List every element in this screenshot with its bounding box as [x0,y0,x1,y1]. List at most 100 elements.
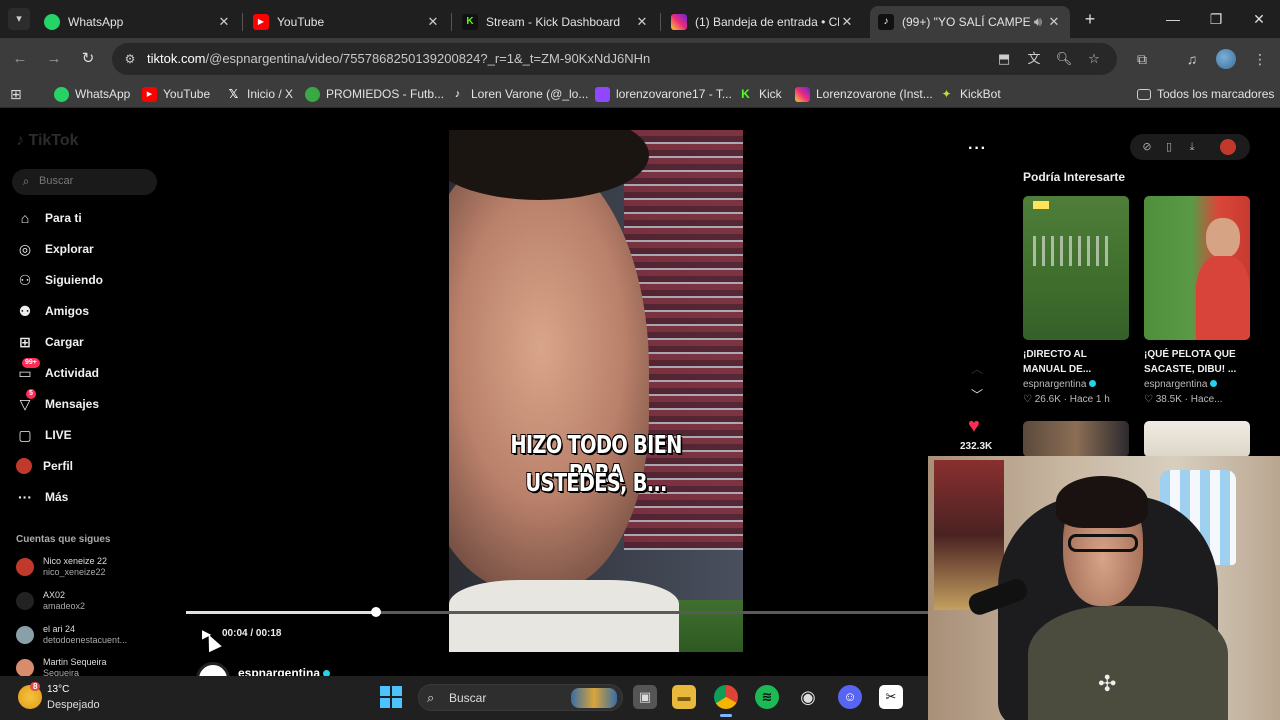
translate-icon[interactable]: 文 [1025,50,1043,68]
kick-icon: K [462,14,478,30]
spotify-icon[interactable]: ≋ [755,685,779,709]
media-controls-icon[interactable]: ♫ [1182,49,1202,69]
close-icon[interactable]: ✕ [634,14,650,30]
video-progress-fill [186,611,376,614]
user-avatar[interactable] [1220,139,1236,155]
menu-icon[interactable]: ⋮ [1250,49,1270,69]
youtube-icon: ▶ [253,14,269,30]
nav-live[interactable]: ▢ LIVE [16,424,71,446]
close-icon[interactable]: ✕ [1046,14,1062,30]
tab-instagram[interactable]: (1) Bandeja de entrada • Cha ✕ [663,6,863,38]
window-close-icon[interactable]: ✕ [1246,8,1272,30]
task-view-icon[interactable]: ▣ [633,685,657,709]
discord-icon[interactable]: ☺ [838,685,862,709]
zoom-icon[interactable]: 🔍︎ [1055,50,1073,68]
weather-temperature[interactable]: 13°C [47,684,69,695]
video-player[interactable]: HIZO TODO BIEN PARA USTEDES, B... [449,130,743,652]
close-icon[interactable]: ✕ [425,14,441,30]
capcut-icon[interactable]: ✂ [879,685,903,709]
file-explorer-icon[interactable]: ▬ [672,685,696,709]
previous-video-icon[interactable]: ︿ [971,360,983,377]
profile-avatar[interactable] [1216,49,1236,69]
nav-perfil[interactable]: Perfil [16,455,73,477]
close-icon[interactable]: ✕ [216,14,232,30]
chrome-icon[interactable] [714,685,738,709]
following-account[interactable]: AX02 amadeox2 [16,587,156,615]
tab-tiktok[interactable]: ♪ (99+) "YO SALÍ CAMPEÓN 🔊︎ ✕ [870,6,1070,38]
video-thumbnail [1144,196,1250,340]
search-icon: ⌕ [427,690,435,705]
windows-start-icon[interactable] [380,686,402,708]
recommended-video[interactable]: ¡DIRECTO AL MANUAL DE... espnargentina ♡ … [1023,196,1129,407]
bookmark-whatsapp[interactable]: WhatsApp [54,85,130,103]
bookmark-instagram[interactable]: Lorenzovarone (Inst... [795,85,933,103]
search-icon: ⌕ [22,174,30,188]
apps-grid-icon[interactable]: ⊞ [10,85,22,103]
recommended-video[interactable] [1023,421,1129,457]
address-bar[interactable]: ⚙ tiktok.com/@espnargentina/video/755786… [112,43,1117,75]
speaker-icon[interactable]: 🔊︎ [1030,14,1046,30]
recommended-video[interactable] [1144,421,1250,457]
bookmark-x[interactable]: 𝕏 Inicio / X [226,85,293,103]
webcam-glasses [1068,534,1138,552]
close-icon[interactable]: ✕ [839,14,855,30]
minimize-icon[interactable]: — [1160,8,1186,30]
video-person [449,150,649,590]
avatar [16,558,34,576]
nav-siguiendo[interactable]: ⚇ Siguiendo [16,269,103,291]
nav-actividad[interactable]: ▭ 99+ Actividad [16,358,99,384]
next-video-icon[interactable]: ﹀ [971,386,983,403]
bookmark-tiktok-loren[interactable]: ♪ Loren Varone (@_lo... [450,85,589,103]
bookmark-twitch[interactable]: lorenzovarone17 - T... [595,85,732,103]
instagram-icon [795,86,810,102]
recommended-video[interactable]: ¡QUÉ PELOTA QUE SACASTE, DIBU! ... espnar… [1144,196,1250,407]
tab-youtube[interactable]: ▶ YouTube ✕ [245,6,449,38]
webcam-hoodie [1028,606,1228,720]
tab-title: Stream - Kick Dashboard [486,15,621,29]
tab-whatsapp[interactable]: WhatsApp ✕ [36,6,240,38]
bookmark-kickbot[interactable]: ✦ KickBot [939,85,1000,103]
restore-icon[interactable]: ❐ [1203,8,1229,30]
tiktok-logo[interactable]: ♪ TikTok [16,132,79,150]
video-progress-bar[interactable] [186,607,928,617]
nav-mas[interactable]: ··· Más [16,486,68,508]
recommend-title: Podría Interesarte [1023,170,1126,184]
more-options-icon[interactable]: ··· [968,140,987,158]
reload-icon[interactable]: ↻ [78,49,98,69]
nav-amigos[interactable]: ⚉ Amigos [16,300,89,322]
extensions-icon[interactable]: ⧉ [1132,49,1152,69]
following-account[interactable]: Nico xeneize 22 nico_xeneize22 [16,553,156,581]
site-info-icon[interactable]: ⚙ [122,51,138,67]
video-thumbnail [1023,421,1129,457]
tiktok-icon: ♪ [878,14,894,30]
taskbar-search[interactable]: ⌕ Buscar [418,684,623,711]
like-count: 232.3K [960,441,993,452]
tiktok-search-input[interactable]: ⌕ Buscar [12,169,157,195]
all-bookmarks[interactable]: Todos los marcadores [1137,85,1274,103]
tab-kick-dashboard[interactable]: K Stream - Kick Dashboard ✕ [454,6,658,38]
tab-search-icon[interactable]: ▾ [8,8,30,30]
bookmark-youtube[interactable]: ▶ YouTube [142,85,210,103]
download-icon[interactable]: ⤓ [1185,140,1199,154]
obs-icon[interactable]: ◉ [796,685,820,709]
mini-player-icon[interactable]: ▯ [1162,140,1176,154]
bookmark-star-icon[interactable]: ☆ [1085,50,1103,68]
nav-mensajes[interactable]: ▽ 5 Mensajes [16,389,99,415]
autoplay-icon[interactable]: ⊘ [1140,140,1154,154]
browser-tab-strip: ▾ WhatsApp ✕ ▶ YouTube ✕ K Stream - Kick… [0,0,1280,38]
weather-description[interactable]: Despejado [47,699,100,711]
heart-icon[interactable]: ♥ [968,415,980,438]
nav-explorar[interactable]: ◎ Explorar [16,238,94,260]
nav-cargar[interactable]: ⊞ Cargar [16,331,84,353]
bookmark-promiedos[interactable]: PROMIEDOS - Futb... [305,85,444,103]
back-icon[interactable]: ← [10,49,30,69]
following-account[interactable]: el ari 24 detodoenestacuent... [16,621,156,649]
new-tab-icon[interactable]: + [1079,8,1101,30]
forward-icon[interactable]: → [44,49,64,69]
bookmark-kick[interactable]: K Kick [738,85,782,103]
avatar [16,626,34,644]
video-progress-handle[interactable] [370,607,381,617]
webcam-overlay: ✣ [928,456,1280,720]
nav-para-ti[interactable]: ⌂ Para ti [16,207,82,229]
install-app-icon[interactable]: ⬒ [995,50,1013,68]
